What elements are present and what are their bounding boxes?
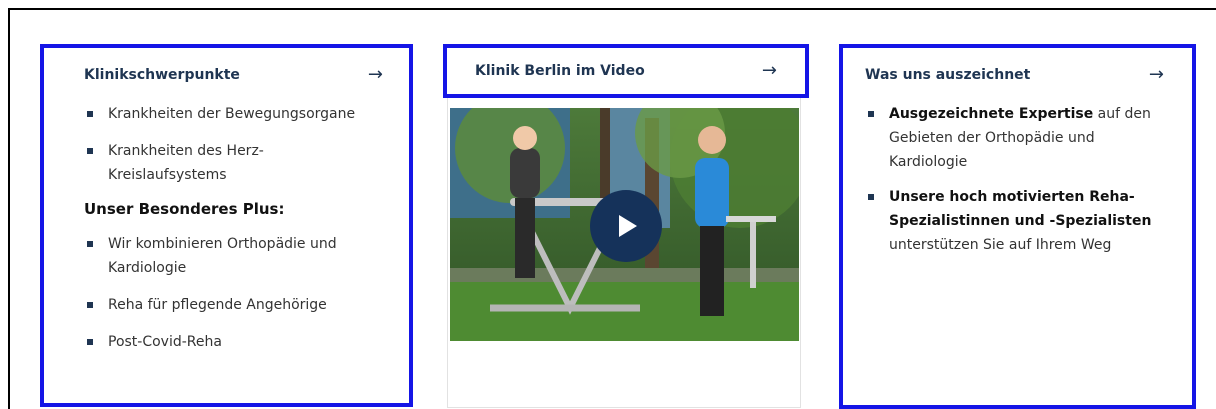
list-item-bold: Unsere hoch motivierten Reha-Spezialisti… [889,189,1152,229]
play-icon [619,215,637,237]
arrow-right-icon[interactable]: → [762,62,777,80]
card-was-uns-auszeichnet: Was uns auszeichnet → Ausgezeichnete Exp… [839,44,1196,409]
list-item: Krankheiten der Bewegungsorgane [84,102,368,126]
card-title[interactable]: Was uns auszeichnet [865,67,1030,83]
features-list: Ausgezeichnete Expertise auf den Gebiete… [865,102,1164,257]
frame-border-left [8,8,10,409]
list-item: Ausgezeichnete Expertise auf den Gebiete… [865,102,1159,174]
card-klinikschwerpunkte: Klinikschwerpunkte → Krankheiten der Bew… [40,44,413,407]
card-header[interactable]: Was uns auszeichnet → [865,66,1164,84]
list-item: Krankheiten des Herz-Kreislaufsystems [84,139,288,187]
list-item: Unsere hoch motivierten Reha-Spezialisti… [865,185,1159,257]
subheading: Unser Besonderes Plus: [84,200,285,218]
list-item: Reha für pflegende Angehörige [84,293,383,317]
arrow-right-icon[interactable]: → [368,66,383,84]
list-item: Wir kombinieren Orthopädie und Kardiolog… [84,232,348,280]
list-item-bold: Ausgezeichnete Expertise [889,106,1094,122]
play-button[interactable] [590,190,662,262]
card-title[interactable]: Klinik Berlin im Video [475,63,645,79]
focus-list: Krankheiten der Bewegungsorgane Krankhei… [84,102,383,187]
list-item: Post-Covid-Reha [84,330,383,354]
card-video-header[interactable]: Klinik Berlin im Video → [443,44,809,98]
card-header[interactable]: Klinikschwerpunkte → [84,66,383,84]
list-item-text: unterstützen Sie auf Ihrem Weg [889,237,1112,253]
arrow-right-icon[interactable]: → [1149,66,1164,84]
frame-border-top [8,8,1216,10]
plus-list: Wir kombinieren Orthopädie und Kardiolog… [84,232,383,354]
card-title[interactable]: Klinikschwerpunkte [84,67,240,83]
